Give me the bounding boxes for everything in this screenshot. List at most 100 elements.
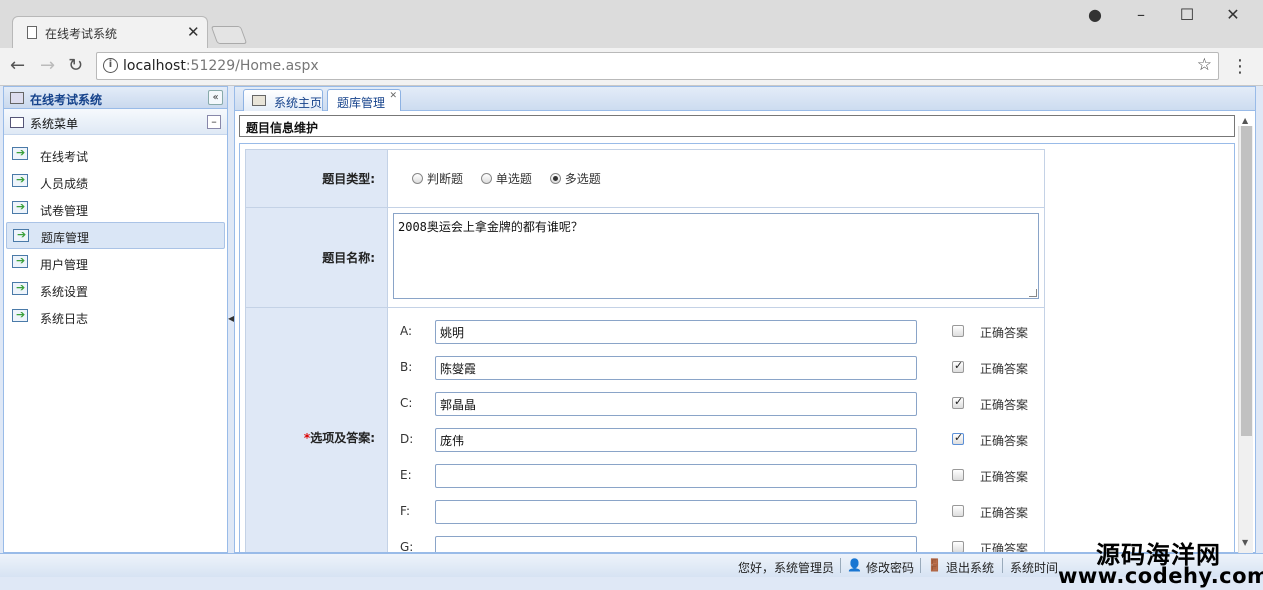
radio-circle[interactable]	[549, 173, 561, 184]
browser-tab[interactable]: 在线考试系统 ✕	[12, 16, 208, 48]
question-name-text: 2008奥运会上拿金牌的都有谁呢？	[398, 220, 583, 234]
sidebar-item-settings[interactable]: 系统设置	[6, 276, 225, 303]
radio-judge[interactable]: 判断题	[412, 170, 463, 187]
close-tab-icon[interactable]: ✕	[187, 23, 200, 41]
browser-tab-title: 在线考试系统	[45, 27, 118, 41]
type-label: 题目类型:	[245, 149, 388, 208]
correct-checkbox[interactable]	[952, 541, 964, 552]
browser-menu-icon[interactable]: ⋮	[1231, 56, 1249, 77]
options-label-text: 选项及答案:	[310, 431, 375, 445]
correct-checkbox[interactable]	[952, 469, 964, 481]
menu-arrow-icon	[12, 173, 28, 187]
new-tab-button[interactable]	[210, 26, 248, 44]
correct-label: 正确答案	[980, 470, 1029, 484]
radio-label: 判断题	[427, 172, 464, 186]
sidebar-item-question-bank[interactable]: 题库管理	[6, 222, 225, 249]
address-bar[interactable]: i localhost:51229/Home.aspx ☆	[96, 52, 1219, 80]
collapse-panel-button[interactable]: «	[208, 90, 223, 105]
option-input[interactable]	[435, 536, 917, 552]
name-label: 题目名称:	[245, 207, 388, 308]
sidebar-item-logs[interactable]: 系统日志	[6, 303, 225, 330]
option-row-d: D: 庞伟 正确答案	[388, 422, 1044, 458]
option-row-b: B: 陈燮霞 正确答案	[388, 350, 1044, 386]
option-input[interactable]: 姚明	[435, 320, 917, 344]
radio-circle[interactable]	[412, 173, 423, 184]
change-password-link[interactable]: 修改密码	[866, 559, 914, 576]
option-input[interactable]	[435, 464, 917, 488]
option-input[interactable]: 陈燮霞	[435, 356, 917, 380]
watermark-url: www.codehy.com	[1058, 564, 1263, 588]
side-menu: 在线考试 人员成绩 试卷管理 题库管理 用户管理 系统设置 系统日志	[4, 135, 227, 330]
menu-arrow-icon	[12, 200, 28, 214]
correct-checkbox[interactable]	[952, 431, 964, 445]
west-panel-header: 在线考试系统 «	[4, 87, 227, 109]
radio-label: 单选题	[495, 172, 532, 186]
menu-arrow-icon	[12, 254, 28, 268]
radio-single[interactable]: 单选题	[480, 170, 532, 187]
window-icon	[10, 117, 24, 128]
correct-checkbox[interactable]	[952, 359, 964, 373]
menu-arrow-icon	[12, 308, 28, 322]
correct-checkbox[interactable]	[952, 395, 964, 409]
center-panel: 系统主页 题库管理 ✕ 题目信息维护 题目类型: 判断题 单选题 多选题 题目名…	[234, 86, 1256, 553]
question-form: 题目类型: 判断题 单选题 多选题 题目名称: 2008奥运会上拿金牌的都有谁呢…	[239, 143, 1235, 553]
menu-arrow-icon	[12, 146, 28, 160]
logout-icon: 🚪	[927, 558, 942, 572]
user-key-icon: 👤	[847, 558, 862, 572]
scroll-up-icon[interactable]: ▲	[1242, 116, 1248, 125]
correct-label: 正确答案	[980, 326, 1029, 340]
option-row-e: E: 正确答案	[388, 458, 1044, 494]
sidebar-item-scores[interactable]: 人员成绩	[6, 168, 225, 195]
option-input[interactable]	[435, 500, 917, 524]
close-window-button[interactable]: ✕	[1218, 5, 1248, 27]
forward-button[interactable]: →	[40, 55, 55, 76]
menu-arrow-icon	[13, 228, 29, 242]
form-table: 题目类型: 判断题 单选题 多选题 题目名称: 2008奥运会上拿金牌的都有谁呢…	[245, 149, 1045, 552]
monitor-icon	[10, 92, 24, 104]
info-icon[interactable]: i	[103, 58, 118, 73]
close-tab-icon[interactable]: ✕	[389, 91, 397, 101]
accordion-header[interactable]: 系统菜单 –	[4, 109, 227, 135]
radio-multi[interactable]: 多选题	[549, 170, 601, 187]
tab-label: 题库管理	[337, 96, 386, 110]
radio-circle[interactable]	[480, 173, 492, 184]
logout-link[interactable]: 退出系统	[946, 559, 994, 576]
vertical-scrollbar[interactable]: ▲ ▼	[1238, 116, 1253, 553]
option-input[interactable]: 郭晶晶	[435, 392, 917, 416]
sidebar-item-online-exam[interactable]: 在线考试	[6, 141, 225, 168]
west-panel: 在线考试系统 « 系统菜单 – 在线考试 人员成绩 试卷管理 题库管理 用户管理…	[3, 86, 228, 553]
west-panel-title: 在线考试系统	[30, 93, 103, 107]
option-key: B:	[400, 360, 413, 374]
correct-checkbox[interactable]	[952, 325, 964, 337]
url-text: localhost:51229/Home.aspx	[123, 58, 319, 74]
sidebar-item-label: 人员成绩	[40, 177, 89, 191]
question-name-textarea[interactable]: 2008奥运会上拿金牌的都有谁呢？	[393, 213, 1039, 299]
panel-splitter[interactable]: ◀	[228, 86, 234, 553]
option-input[interactable]: 庞伟	[435, 428, 917, 452]
minimize-button[interactable]: –	[1126, 5, 1156, 27]
reload-button[interactable]: ↻	[68, 55, 83, 76]
browser-titlebar: 在线考试系统 ✕ ● – ☐ ✕	[0, 0, 1263, 48]
app-viewport: 在线考试系统 « 系统菜单 – 在线考试 人员成绩 试卷管理 题库管理 用户管理…	[0, 86, 1263, 590]
account-icon[interactable]: ●	[1080, 5, 1110, 27]
options-field: A: 姚明 正确答案 B: 陈燮霞 正确答案 C:	[387, 307, 1045, 552]
tab-question-bank[interactable]: 题库管理 ✕	[327, 89, 401, 111]
accordion-toggle-button[interactable]: –	[207, 115, 221, 129]
sidebar-item-label: 系统日志	[40, 312, 89, 326]
maximize-button[interactable]: ☐	[1172, 5, 1202, 27]
tab-home[interactable]: 系统主页	[243, 89, 323, 111]
correct-checkbox[interactable]	[952, 505, 964, 517]
correct-label: 正确答案	[980, 398, 1029, 412]
divider	[1002, 558, 1003, 573]
option-row-f: F: 正确答案	[388, 494, 1044, 530]
scrollbar-thumb[interactable]	[1241, 126, 1252, 436]
menu-arrow-icon	[12, 281, 28, 295]
option-key: C:	[400, 396, 413, 410]
bookmark-star-icon[interactable]: ☆	[1197, 55, 1212, 75]
type-field: 判断题 单选题 多选题	[387, 149, 1045, 208]
sidebar-item-users[interactable]: 用户管理	[6, 249, 225, 276]
back-button[interactable]: ←	[10, 55, 25, 76]
resize-grip-icon[interactable]	[1029, 289, 1037, 297]
sidebar-item-label: 用户管理	[40, 258, 89, 272]
sidebar-item-papers[interactable]: 试卷管理	[6, 195, 225, 222]
